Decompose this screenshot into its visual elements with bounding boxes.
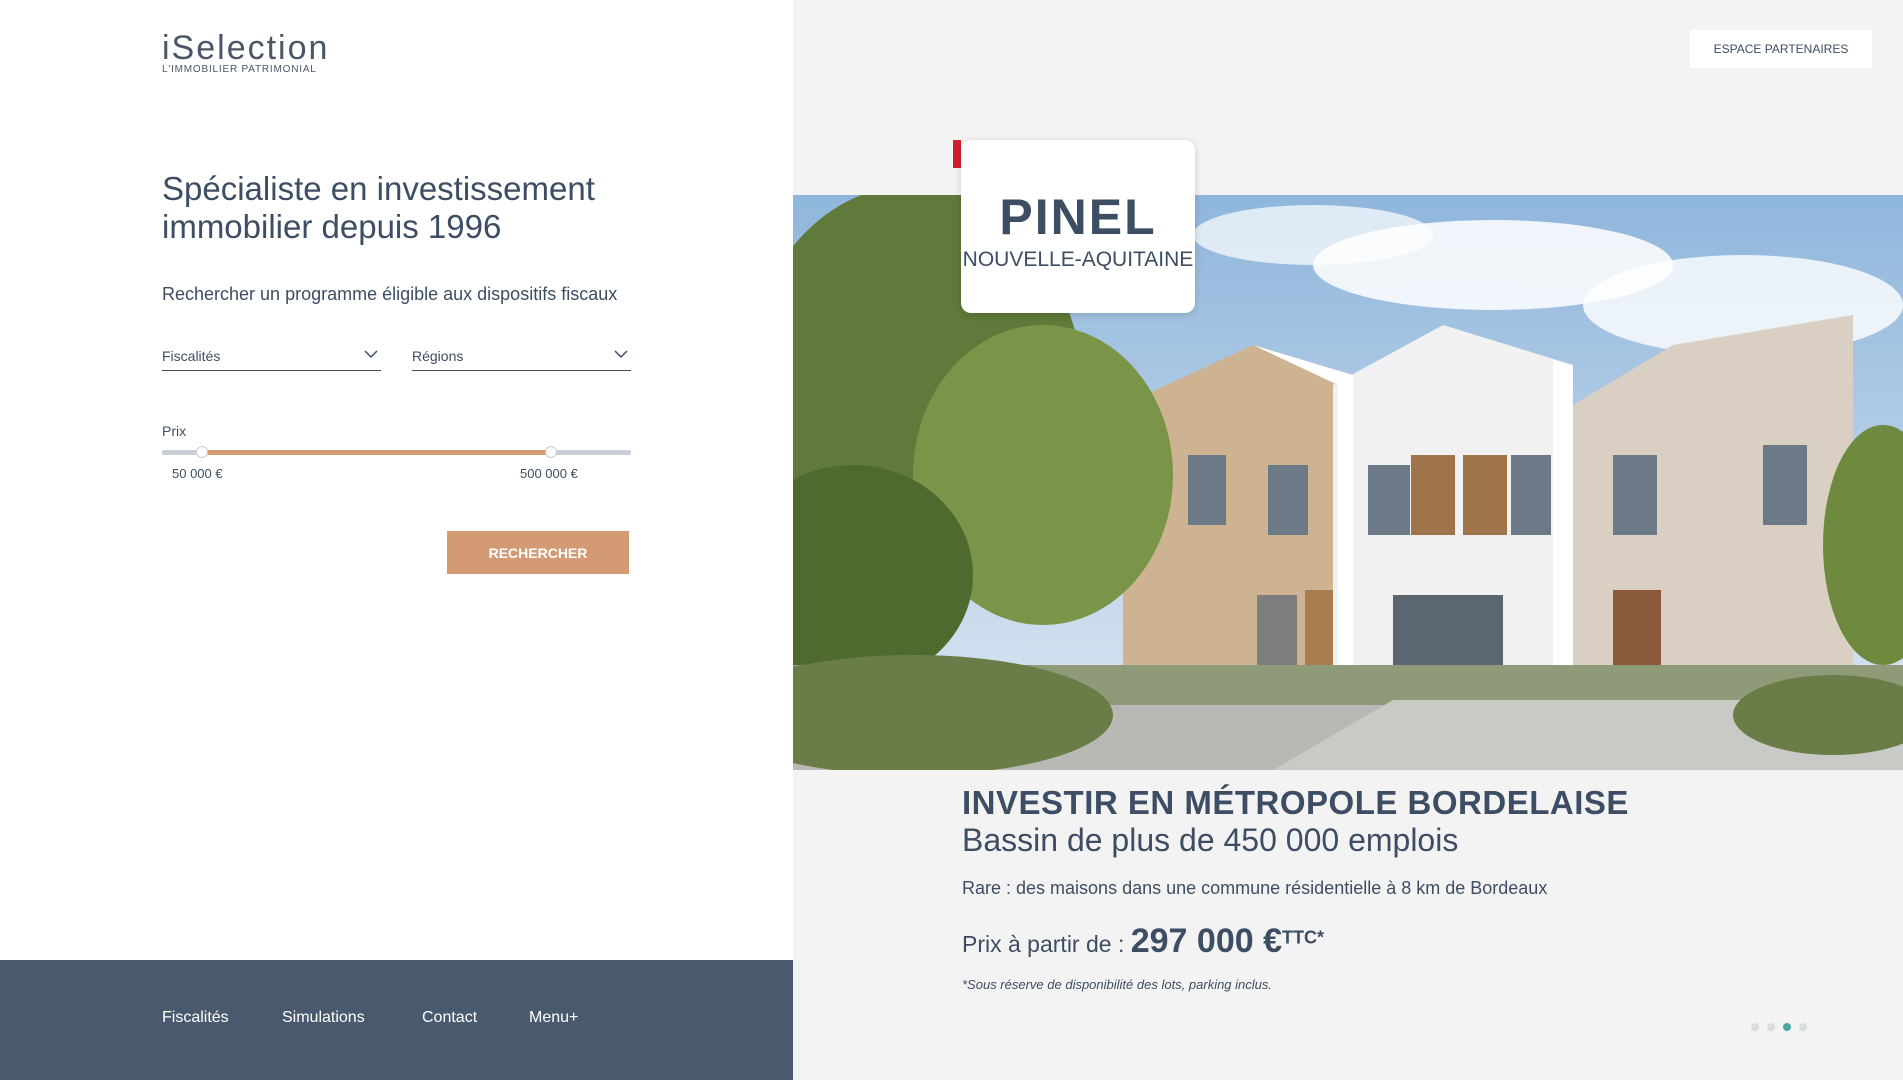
slide-price: Prix à partir de : 297 000 €TTC* (962, 922, 1324, 961)
price-max-value: 500 000 € (520, 466, 578, 481)
price-max-handle[interactable] (545, 446, 558, 458)
partners-button[interactable]: ESPACE PARTENAIRES (1690, 30, 1872, 68)
slide-title: INVESTIR EN MÉTROPOLE BORDELAISE (962, 784, 1629, 821)
program-photo (793, 195, 1903, 770)
search-subtitle: Rechercher un programme éligible aux dis… (162, 284, 618, 304)
footer-link-fiscalites[interactable]: Fiscalités (162, 1009, 229, 1027)
price-suffix: TTC* (1282, 927, 1324, 948)
logo[interactable]: iSelection L'IMMOBILIER PATRIMONIAL (162, 30, 329, 75)
fiscalites-select-label: Fiscalités (162, 348, 221, 364)
fiscalites-select[interactable]: Fiscalités (162, 344, 381, 371)
carousel-dot[interactable] (1783, 1023, 1791, 1031)
price-min-handle[interactable] (195, 446, 208, 458)
chevron-down-icon (614, 350, 628, 359)
price-label: Prix (162, 423, 187, 439)
slide-subtitle: Bassin de plus de 450 000 emplois (962, 822, 1459, 858)
left-panel: iSelection L'IMMOBILIER PATRIMONIAL Spéc… (0, 0, 793, 1080)
regions-select[interactable]: Régions (412, 344, 631, 371)
chevron-down-icon (364, 350, 378, 359)
carousel-dot[interactable] (1799, 1023, 1807, 1031)
footer-link-simulations[interactable]: Simulations (282, 1009, 365, 1027)
regions-select-label: Régions (412, 348, 464, 364)
logo-name: iSelection (162, 29, 330, 67)
price-range-fill (201, 450, 552, 455)
search-button[interactable]: RECHERCHER (447, 531, 629, 574)
logo-tagline: L'IMMOBILIER PATRIMONIAL (162, 64, 317, 75)
price-min-value: 50 000 € (172, 466, 223, 481)
slide-footnote: *Sous réserve de disponibilité des lots,… (962, 977, 1273, 992)
badge-subtitle: NOUVELLE-AQUITAINE (962, 248, 1194, 271)
price-value: 297 000 € (1130, 922, 1282, 960)
footer-link-contact[interactable]: Contact (422, 1009, 477, 1027)
slide-description: Rare : des maisons dans une commune rési… (962, 878, 1548, 898)
footer-link-menu[interactable]: Menu+ (529, 1009, 578, 1027)
carousel-dot[interactable] (1767, 1023, 1775, 1031)
tax-scheme-badge: PINEL NOUVELLE-AQUITAINE (961, 140, 1195, 313)
houses-illustration (793, 195, 1903, 770)
price-prefix: Prix à partir de : (962, 931, 1131, 957)
page-headline: Spécialiste en investissement immobilier… (162, 170, 595, 245)
price-range-slider[interactable] (162, 446, 631, 458)
footer-nav: Fiscalités Simulations Contact Menu+ (0, 960, 793, 1080)
badge-accent (953, 140, 961, 168)
carousel-dots (1751, 1018, 1815, 1036)
badge-title: PINEL (999, 189, 1157, 245)
carousel-dot[interactable] (1751, 1023, 1759, 1031)
